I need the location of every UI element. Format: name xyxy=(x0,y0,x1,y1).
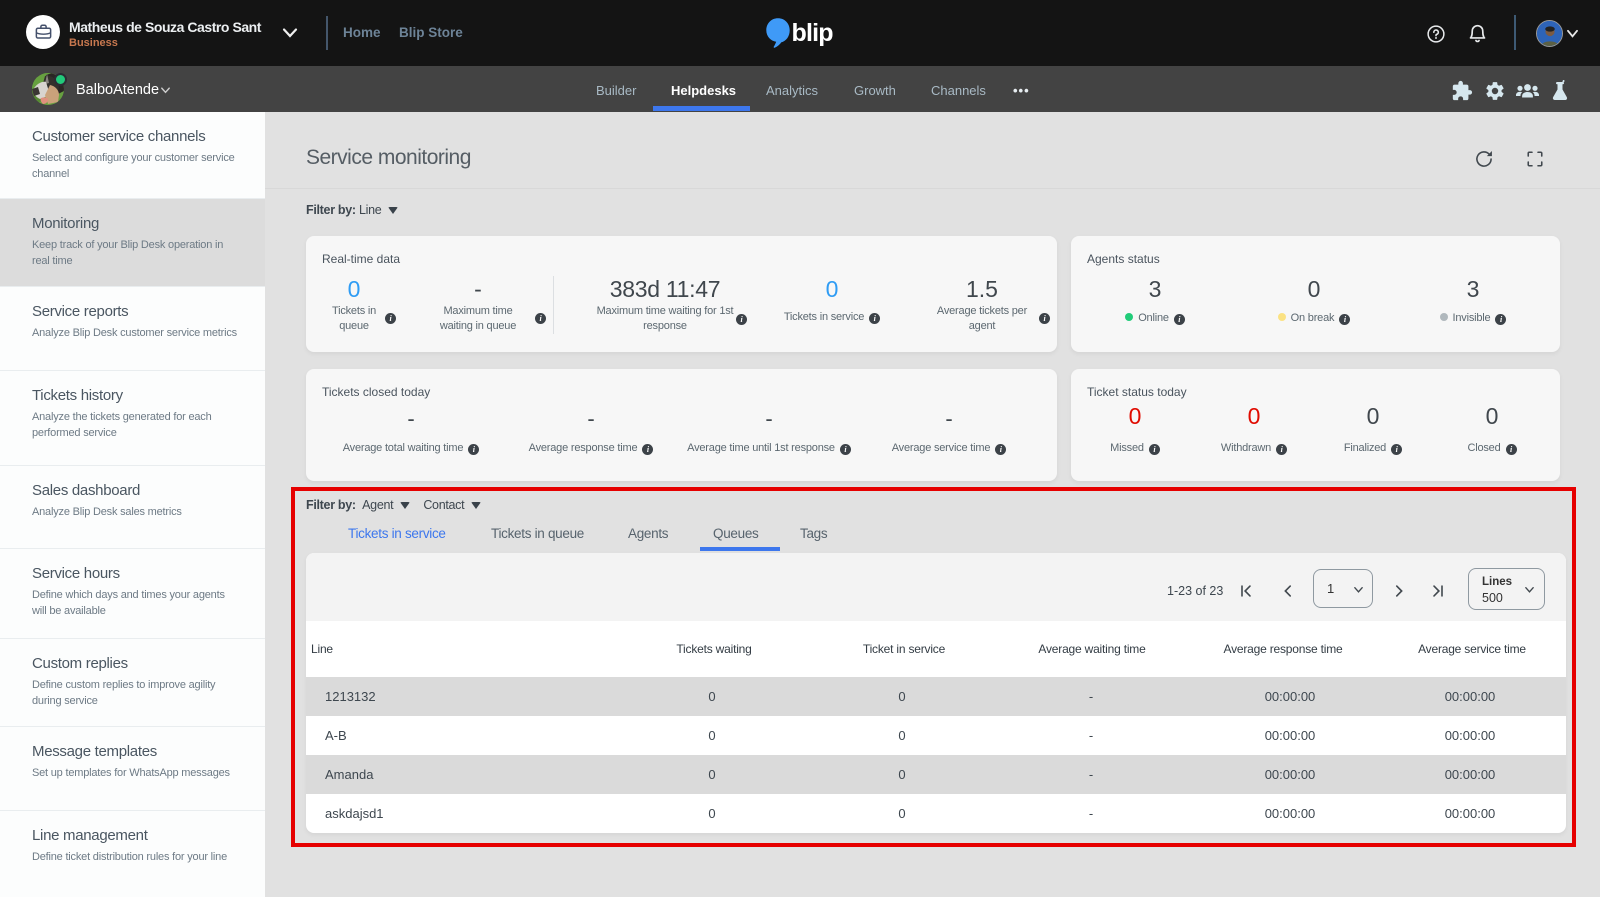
svg-text:blip: blip xyxy=(792,19,834,47)
